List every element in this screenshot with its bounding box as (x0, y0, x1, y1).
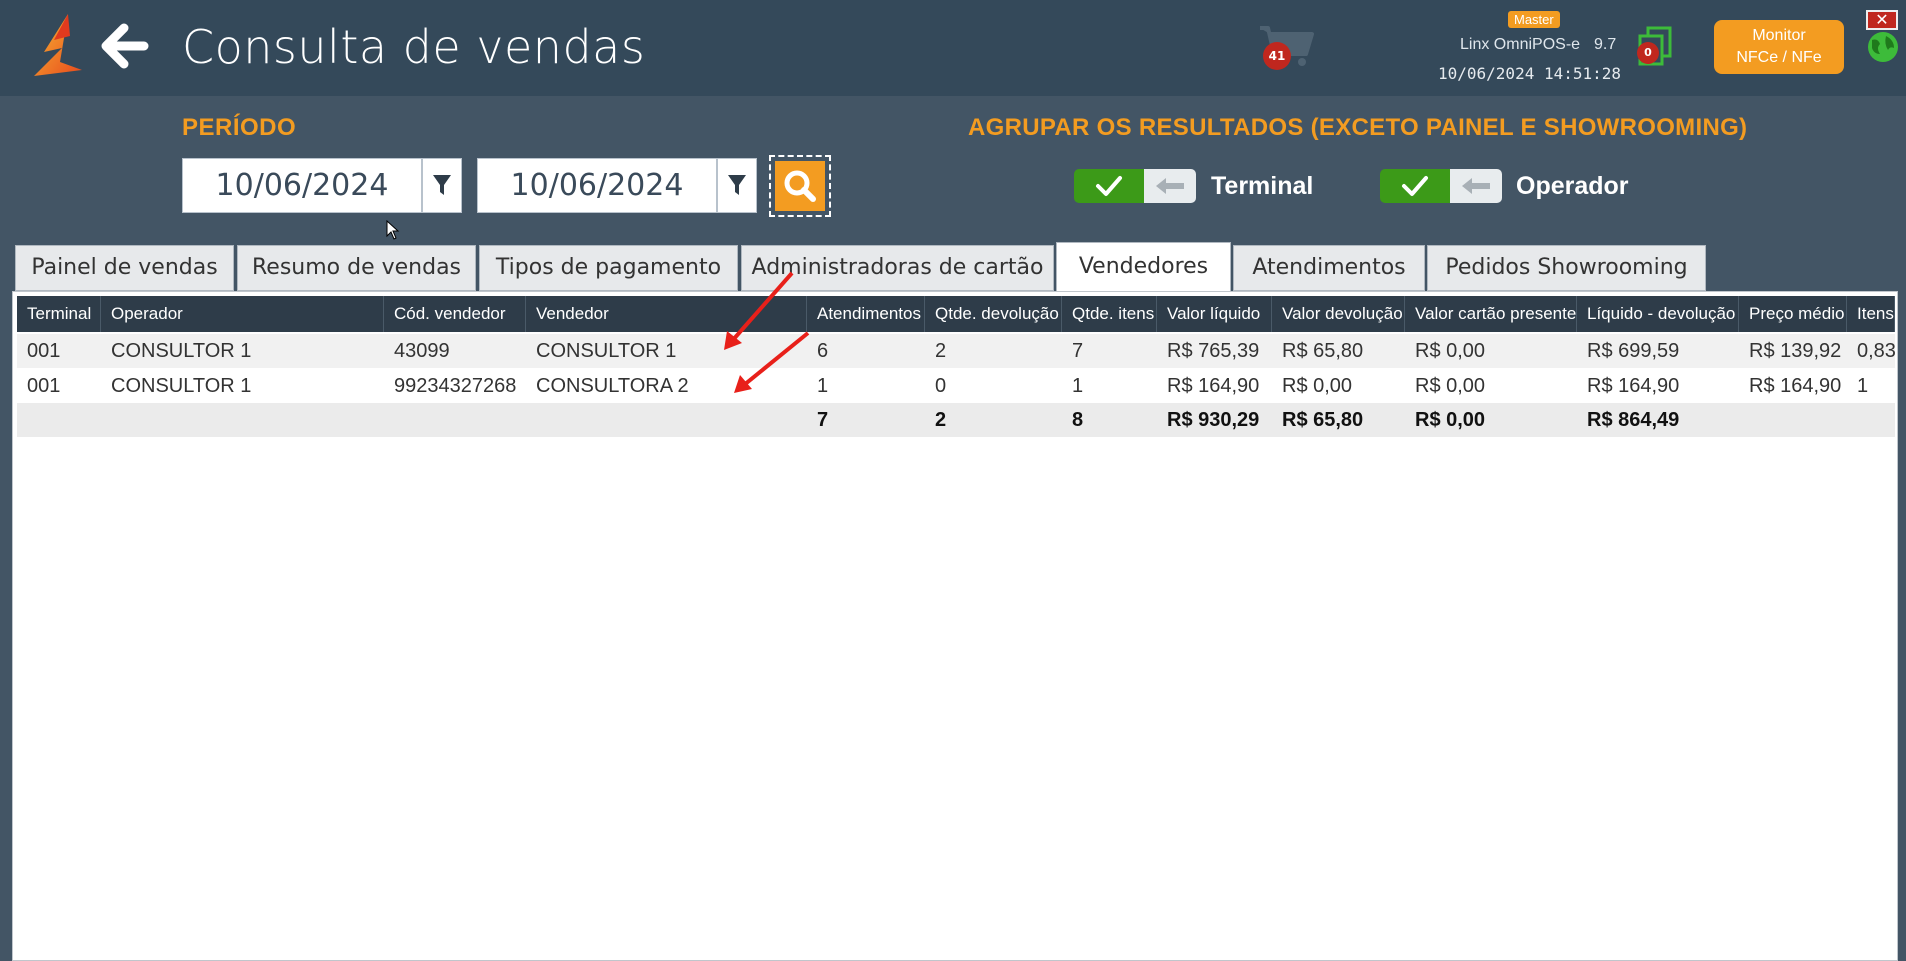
tab-administradoras-de-cartao[interactable]: Administradoras de cartão (741, 245, 1054, 291)
group-operador-label: Operador (1516, 172, 1629, 200)
back-arrow-icon[interactable] (100, 22, 150, 70)
cell-liquido-devolucao: R$ 164,90 (1587, 375, 1680, 397)
page-title: Consulta de vendas (182, 20, 646, 74)
cell-liquido-devolucao: R$ 699,59 (1587, 340, 1680, 362)
cart-count-badge: 41 (1263, 42, 1291, 70)
period-label: PERÍODO (182, 114, 297, 141)
cell-operador: CONSULTOR 1 (111, 340, 252, 362)
cell-atendimentos: 1 (817, 375, 829, 397)
total-valor-devolucao: R$ 65,80 (1282, 409, 1364, 431)
documents-count-badge: 0 (1637, 42, 1659, 64)
column-header[interactable]: Qtde. devolução (925, 296, 1062, 332)
tab-tipos-de-pagamento[interactable]: Tipos de pagamento (479, 245, 738, 291)
group-operador-toggle[interactable] (1380, 169, 1502, 203)
tab-painel-de-vendas[interactable]: Painel de vendas (15, 245, 234, 291)
cell-valor-liquido: R$ 164,90 (1167, 375, 1260, 397)
app-name: Linx OmniPOS-e (1460, 36, 1581, 53)
cell-valor-cartao-presente: R$ 0,00 (1415, 375, 1486, 397)
tab-resumo-de-vendas[interactable]: Resumo de vendas (237, 245, 476, 291)
column-header[interactable]: Preço médio (1739, 296, 1847, 332)
sellers-grid-panel: Terminal Operador Cód. vendedor Vendedor… (12, 291, 1898, 961)
monitor-label-line1: Monitor (1752, 27, 1806, 44)
check-icon (1402, 176, 1428, 196)
mouse-cursor-icon (386, 220, 400, 240)
cell-qtde-itens: 1 (1072, 375, 1084, 397)
group-terminal-label: Terminal (1211, 172, 1314, 200)
tab-vendedores[interactable]: Vendedores (1056, 242, 1231, 292)
cell-qtde-itens: 7 (1072, 340, 1084, 362)
arrow-left-icon (1156, 178, 1184, 194)
column-header[interactable]: Valor devolução (1272, 296, 1405, 332)
cell-terminal: 001 (27, 340, 61, 362)
cell-itens-p: 0,83 (1857, 340, 1895, 362)
group-terminal-toggle[interactable] (1074, 169, 1196, 203)
column-header[interactable]: Operador (101, 296, 384, 332)
cell-preco-medio: R$ 139,92 (1749, 340, 1842, 362)
date-from-filter-button[interactable] (422, 158, 462, 213)
user-role-badge: Master (1508, 11, 1560, 28)
group-results-label: AGRUPAR OS RESULTADOS (EXCETO PAINEL E S… (968, 114, 1748, 141)
total-atendimentos: 7 (817, 409, 829, 431)
check-icon (1096, 176, 1122, 196)
cell-operador: CONSULTOR 1 (111, 375, 252, 397)
magnifier-icon (784, 170, 816, 202)
cell-preco-medio: R$ 164,90 (1749, 375, 1842, 397)
column-header[interactable]: Terminal (17, 296, 101, 332)
total-valor-cartao-presente: R$ 0,00 (1415, 409, 1486, 431)
funnel-icon (728, 175, 746, 195)
date-to-filter-button[interactable] (717, 158, 757, 213)
total-qtde-itens: 8 (1072, 409, 1084, 431)
cell-qtde-devolucao: 0 (935, 375, 947, 397)
cell-vendedor: CONSULTORA 2 (536, 375, 689, 397)
funnel-icon (433, 175, 451, 195)
monitor-label-line2: NFCe / NFe (1736, 49, 1822, 66)
total-liquido-devolucao: R$ 864,49 (1587, 409, 1680, 431)
search-button[interactable] (769, 155, 831, 217)
cell-cod-vendedor: 99234327268 (394, 375, 517, 397)
cell-valor-devolucao: R$ 0,00 (1282, 375, 1353, 397)
column-header[interactable]: Líquido - devolução (1577, 296, 1739, 332)
table-row[interactable]: 001 CONSULTOR 1 43099 CONSULTOR 1 6 2 7 … (17, 334, 1895, 368)
arrow-left-icon (1462, 178, 1490, 194)
globe-icon[interactable] (1866, 30, 1900, 64)
column-header[interactable]: Atendimentos (807, 296, 925, 332)
date-to-input[interactable] (477, 158, 717, 213)
date-from-input[interactable] (182, 158, 422, 213)
cell-itens-p: 1 (1857, 375, 1869, 397)
table-row[interactable]: 001 CONSULTOR 1 99234327268 CONSULTORA 2… (17, 369, 1895, 403)
column-header[interactable]: Valor líquido (1157, 296, 1272, 332)
close-button[interactable]: ✕ (1866, 10, 1898, 30)
total-valor-liquido: R$ 930,29 (1167, 409, 1260, 431)
column-header[interactable]: Valor cartão presente (1405, 296, 1577, 332)
cell-atendimentos: 6 (817, 340, 829, 362)
cell-vendedor: CONSULTOR 1 (536, 340, 677, 362)
cell-valor-liquido: R$ 765,39 (1167, 340, 1260, 362)
cell-valor-devolucao: R$ 65,80 (1282, 340, 1364, 362)
tab-pedidos-showrooming[interactable]: Pedidos Showrooming (1427, 245, 1706, 291)
cell-cod-vendedor: 43099 (394, 340, 450, 362)
cell-qtde-devolucao: 2 (935, 340, 947, 362)
app-version: 9.7 (1594, 36, 1617, 53)
grid-header: Terminal Operador Cód. vendedor Vendedor… (17, 296, 1895, 332)
tab-atendimentos[interactable]: Atendimentos (1233, 245, 1425, 291)
column-header[interactable]: Cód. vendedor (384, 296, 526, 332)
cell-terminal: 001 (27, 375, 61, 397)
column-header[interactable]: Qtde. itens (1062, 296, 1157, 332)
monitor-nfce-button[interactable]: Monitor NFCe / NFe (1714, 20, 1844, 74)
column-header[interactable]: Vendedor (526, 296, 807, 332)
linx-logo-icon (34, 14, 82, 76)
column-header[interactable]: Itens p (1847, 296, 1895, 332)
total-qtde-devolucao: 2 (935, 409, 947, 431)
totals-row: 7 2 8 R$ 930,29 R$ 65,80 R$ 0,00 R$ 864,… (17, 403, 1895, 437)
current-datetime: 10/06/2024 14:51:28 (1438, 64, 1622, 83)
cell-valor-cartao-presente: R$ 0,00 (1415, 340, 1486, 362)
